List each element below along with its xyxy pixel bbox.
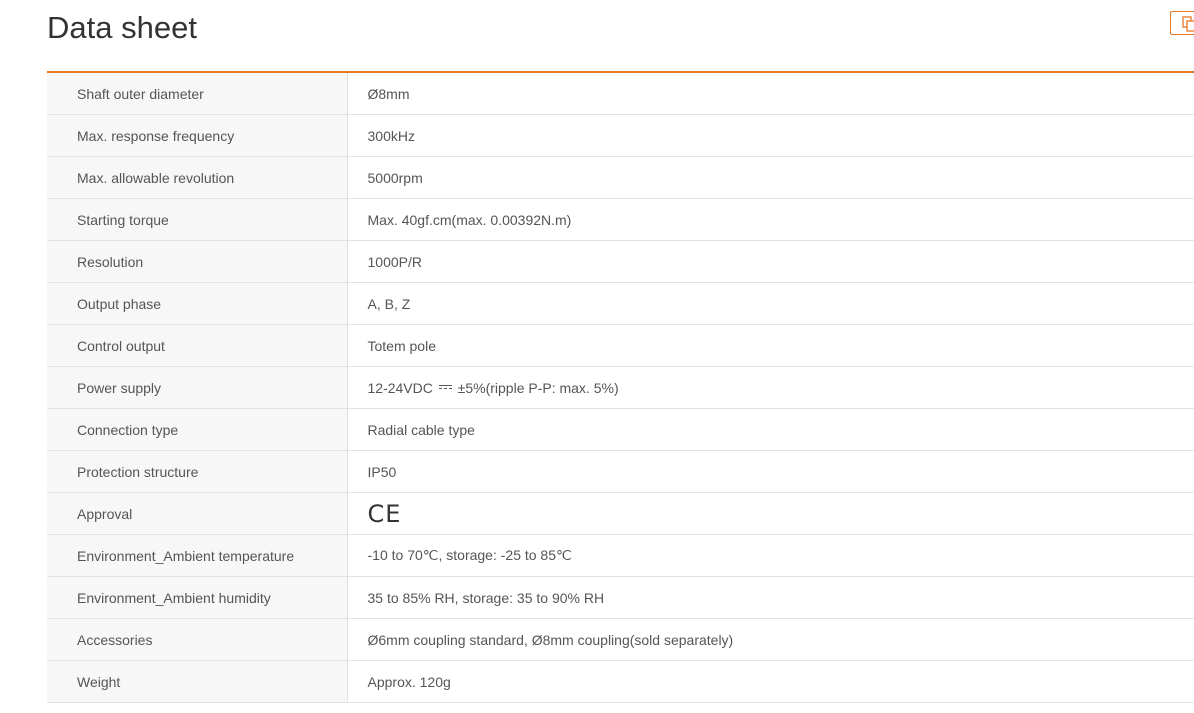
copy-button[interactable]	[1170, 11, 1194, 35]
row-value: Radial cable type	[347, 408, 1194, 451]
row-value: 300kHz	[347, 114, 1194, 157]
row-value: Ø6mm coupling standard, Ø8mm coupling(so…	[347, 618, 1194, 661]
row-value: Max. 40gf.cm(max. 0.00392N.m)	[347, 198, 1194, 241]
row-value: -10 to 70℃, storage: -25 to 85℃	[347, 534, 1194, 577]
data-sheet-table: Shaft outer diameter Ø8mm Max. response …	[47, 71, 1194, 703]
row-label: Control output	[47, 324, 348, 367]
row-value: A, B, Z	[347, 282, 1194, 325]
table-row: Power supply 12-24VDC ±5%(ripple P-P: ma…	[47, 366, 1194, 409]
table-row: Environment_Ambient humidity 35 to 85% R…	[47, 576, 1194, 619]
row-label: Resolution	[47, 240, 348, 283]
table-row: Protection structure IP50	[47, 450, 1194, 493]
row-label: Weight	[47, 660, 348, 703]
table-row: Environment_Ambient temperature -10 to 7…	[47, 534, 1194, 577]
row-value: 12-24VDC ±5%(ripple P-P: max. 5%)	[347, 366, 1194, 409]
row-label: Output phase	[47, 282, 348, 325]
ce-mark-icon: CE	[367, 499, 402, 528]
page-title: Data sheet	[47, 10, 197, 45]
row-label: Accessories	[47, 618, 348, 661]
dc-current-icon	[438, 384, 452, 389]
copy-icon	[1182, 16, 1194, 32]
table-row: Max. response frequency 300kHz	[47, 114, 1194, 157]
row-label: Max. allowable revolution	[47, 156, 348, 199]
row-value: 5000rpm	[347, 156, 1194, 199]
table-row: Weight Approx. 120g	[47, 660, 1194, 703]
row-label: Power supply	[47, 366, 348, 409]
table-row: Control output Totem pole	[47, 324, 1194, 367]
row-label: Connection type	[47, 408, 348, 451]
row-value: 35 to 85% RH, storage: 35 to 90% RH	[347, 576, 1194, 619]
table-row: Output phase A, B, Z	[47, 282, 1194, 325]
row-label: Protection structure	[47, 450, 348, 493]
row-value: CE	[347, 492, 1194, 535]
table-row: Approval CE	[47, 492, 1194, 535]
row-label: Approval	[47, 492, 348, 535]
table-row: Starting torque Max. 40gf.cm(max. 0.0039…	[47, 198, 1194, 241]
row-label: Max. response frequency	[47, 114, 348, 157]
row-value: Totem pole	[347, 324, 1194, 367]
row-label: Shaft outer diameter	[47, 73, 348, 115]
table-row: Shaft outer diameter Ø8mm	[47, 73, 1194, 115]
row-label: Environment_Ambient humidity	[47, 576, 348, 619]
row-label: Starting torque	[47, 198, 348, 241]
row-value: 1000P/R	[347, 240, 1194, 283]
table-row: Resolution 1000P/R	[47, 240, 1194, 283]
row-value: Ø8mm	[347, 73, 1194, 115]
row-value: IP50	[347, 450, 1194, 493]
row-value: Approx. 120g	[347, 660, 1194, 703]
table-row: Accessories Ø6mm coupling standard, Ø8mm…	[47, 618, 1194, 661]
row-label: Environment_Ambient temperature	[47, 534, 348, 577]
table-row: Connection type Radial cable type	[47, 408, 1194, 451]
table-row: Max. allowable revolution 5000rpm	[47, 156, 1194, 199]
power-supply-tolerance: ±5%(ripple P-P: max. 5%)	[457, 379, 619, 396]
power-supply-voltage: 12-24VDC	[367, 379, 433, 396]
